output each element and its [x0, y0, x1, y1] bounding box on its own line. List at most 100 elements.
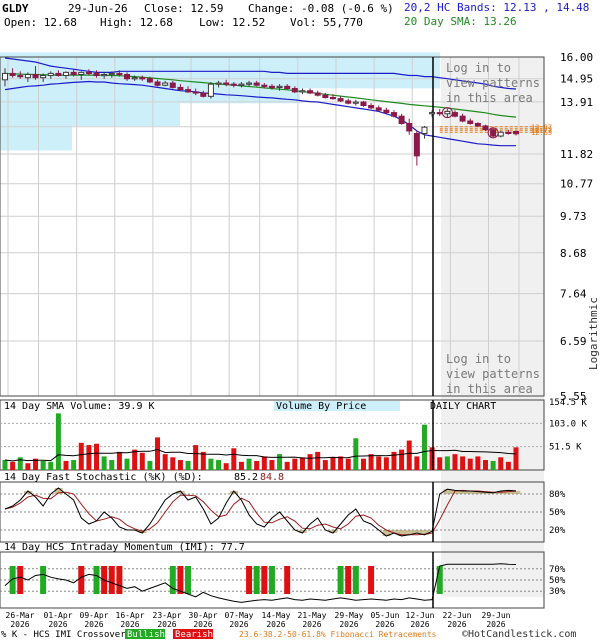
candle-body — [2, 72, 8, 81]
date-axis: 26-Mar202601-Apr202609-Apr202616-Apr2026… — [6, 611, 511, 629]
volume-bar — [208, 458, 214, 470]
candle-body — [223, 82, 230, 85]
imi-tick-label: 70% — [549, 565, 566, 575]
volume-bar — [63, 460, 69, 470]
date-tick-label: 14-May — [262, 611, 291, 620]
volume-bar — [254, 460, 260, 470]
volume-bar — [170, 457, 176, 470]
volume-bar — [482, 460, 488, 470]
vbp-label: Volume By Price — [276, 401, 366, 412]
crossover-bar — [169, 566, 176, 594]
candle-body — [177, 86, 184, 91]
candle-body — [32, 73, 39, 79]
vbp-bar — [0, 114, 72, 151]
candle-body — [131, 77, 138, 80]
date-tick-year: 2026 — [410, 620, 429, 629]
volume-bar — [498, 457, 504, 470]
crossover-bar — [108, 566, 115, 594]
bullish-label: Bullish — [127, 630, 165, 640]
volume-bar — [292, 458, 298, 470]
volume-bar — [55, 413, 61, 470]
volume-bar — [467, 458, 473, 470]
volume-bar — [216, 460, 222, 470]
date-tick-label: 16-Apr — [116, 611, 145, 620]
crossover-bar — [17, 566, 24, 594]
login-notice-line: in this area — [446, 91, 533, 105]
candle-body — [322, 94, 329, 98]
crossover-bar — [368, 566, 375, 594]
candle-body — [47, 72, 54, 77]
volume-bar — [490, 460, 496, 470]
bands-label: 20,2 HC Bands: 12.13 , 14.48 — [404, 1, 589, 14]
bearish-label: Bearish — [175, 630, 213, 640]
date-tick-label: 05-Jun — [371, 611, 400, 620]
candle-body — [93, 72, 100, 77]
candle-body — [337, 98, 344, 102]
date-tick-label: 12-Jun — [406, 611, 435, 620]
stock-chart-page: GLDY 29-Jun-26 Close: 12.59 Change: -0.0… — [0, 0, 600, 640]
date-tick-label: 21-May — [298, 611, 327, 620]
candle-body — [291, 88, 298, 93]
volume-panel-label: 14 Day SMA Volume: 39.9 K — [4, 401, 155, 412]
candle-body — [482, 125, 489, 131]
candle-body — [413, 132, 420, 157]
crossover-bar — [345, 566, 352, 594]
candle-body — [253, 82, 260, 86]
daily-chart-label: DAILY CHART — [430, 401, 496, 412]
candle-body — [467, 120, 474, 124]
candle-body — [390, 112, 397, 117]
volume-bar — [2, 460, 8, 470]
price-tick-label: 8.68 — [560, 247, 587, 260]
candle-body — [268, 85, 275, 89]
candle-body — [78, 71, 85, 75]
volume-bar — [299, 457, 305, 470]
volume-bar — [383, 457, 389, 470]
crossover-bar — [9, 566, 16, 594]
fib-level-label: 12.65 — [531, 129, 552, 137]
scale-label: Logarithmic — [587, 297, 600, 370]
date-tick-year: 2026 — [10, 620, 29, 629]
candle-body — [276, 85, 283, 89]
candle-body — [63, 71, 70, 77]
imi-tick-label: 50% — [549, 576, 566, 586]
volume-bar — [315, 451, 321, 470]
volume-bar — [78, 442, 84, 470]
volume-bar — [25, 463, 31, 470]
volume-bar — [155, 437, 161, 470]
volume-bar — [376, 456, 382, 470]
candle-body — [284, 85, 291, 90]
login-notice-line: view patterns — [446, 76, 540, 90]
candle-body — [314, 92, 321, 96]
crossover-bar — [284, 566, 291, 594]
stoch-k-value: 85.2 — [234, 472, 258, 483]
date-tick-year: 2026 — [375, 620, 394, 629]
volume-tick-label: 154.5 K — [549, 398, 588, 408]
candle-body — [215, 82, 222, 85]
candle-body — [40, 75, 47, 79]
candle-body — [246, 82, 253, 85]
price-tick-label: 13.91 — [560, 96, 593, 109]
date-tick-year: 2026 — [120, 620, 139, 629]
volume-bar — [132, 449, 138, 470]
candle-body — [398, 115, 405, 124]
stoch-d-value: 84.8 — [260, 472, 284, 483]
candle-body — [383, 109, 390, 114]
date-tick-year: 2026 — [339, 620, 358, 629]
volume-bar — [177, 460, 183, 470]
crossover-bar — [436, 566, 443, 594]
candle-body — [55, 72, 62, 77]
candle-body — [101, 73, 108, 77]
date-tick-label: 22-Jun — [443, 611, 472, 620]
volume-bar — [223, 463, 229, 470]
crossover-bar — [93, 566, 100, 594]
crossover-bar — [116, 566, 123, 594]
volume-bar — [345, 458, 351, 470]
candle-body — [368, 105, 375, 109]
candle-body — [497, 131, 504, 137]
candle-body — [360, 101, 367, 107]
candle-body — [116, 72, 123, 76]
candle-body — [192, 91, 199, 94]
login-notice-line: Log in to — [446, 61, 511, 75]
volume-bar — [353, 438, 359, 470]
candle-body — [352, 101, 359, 104]
